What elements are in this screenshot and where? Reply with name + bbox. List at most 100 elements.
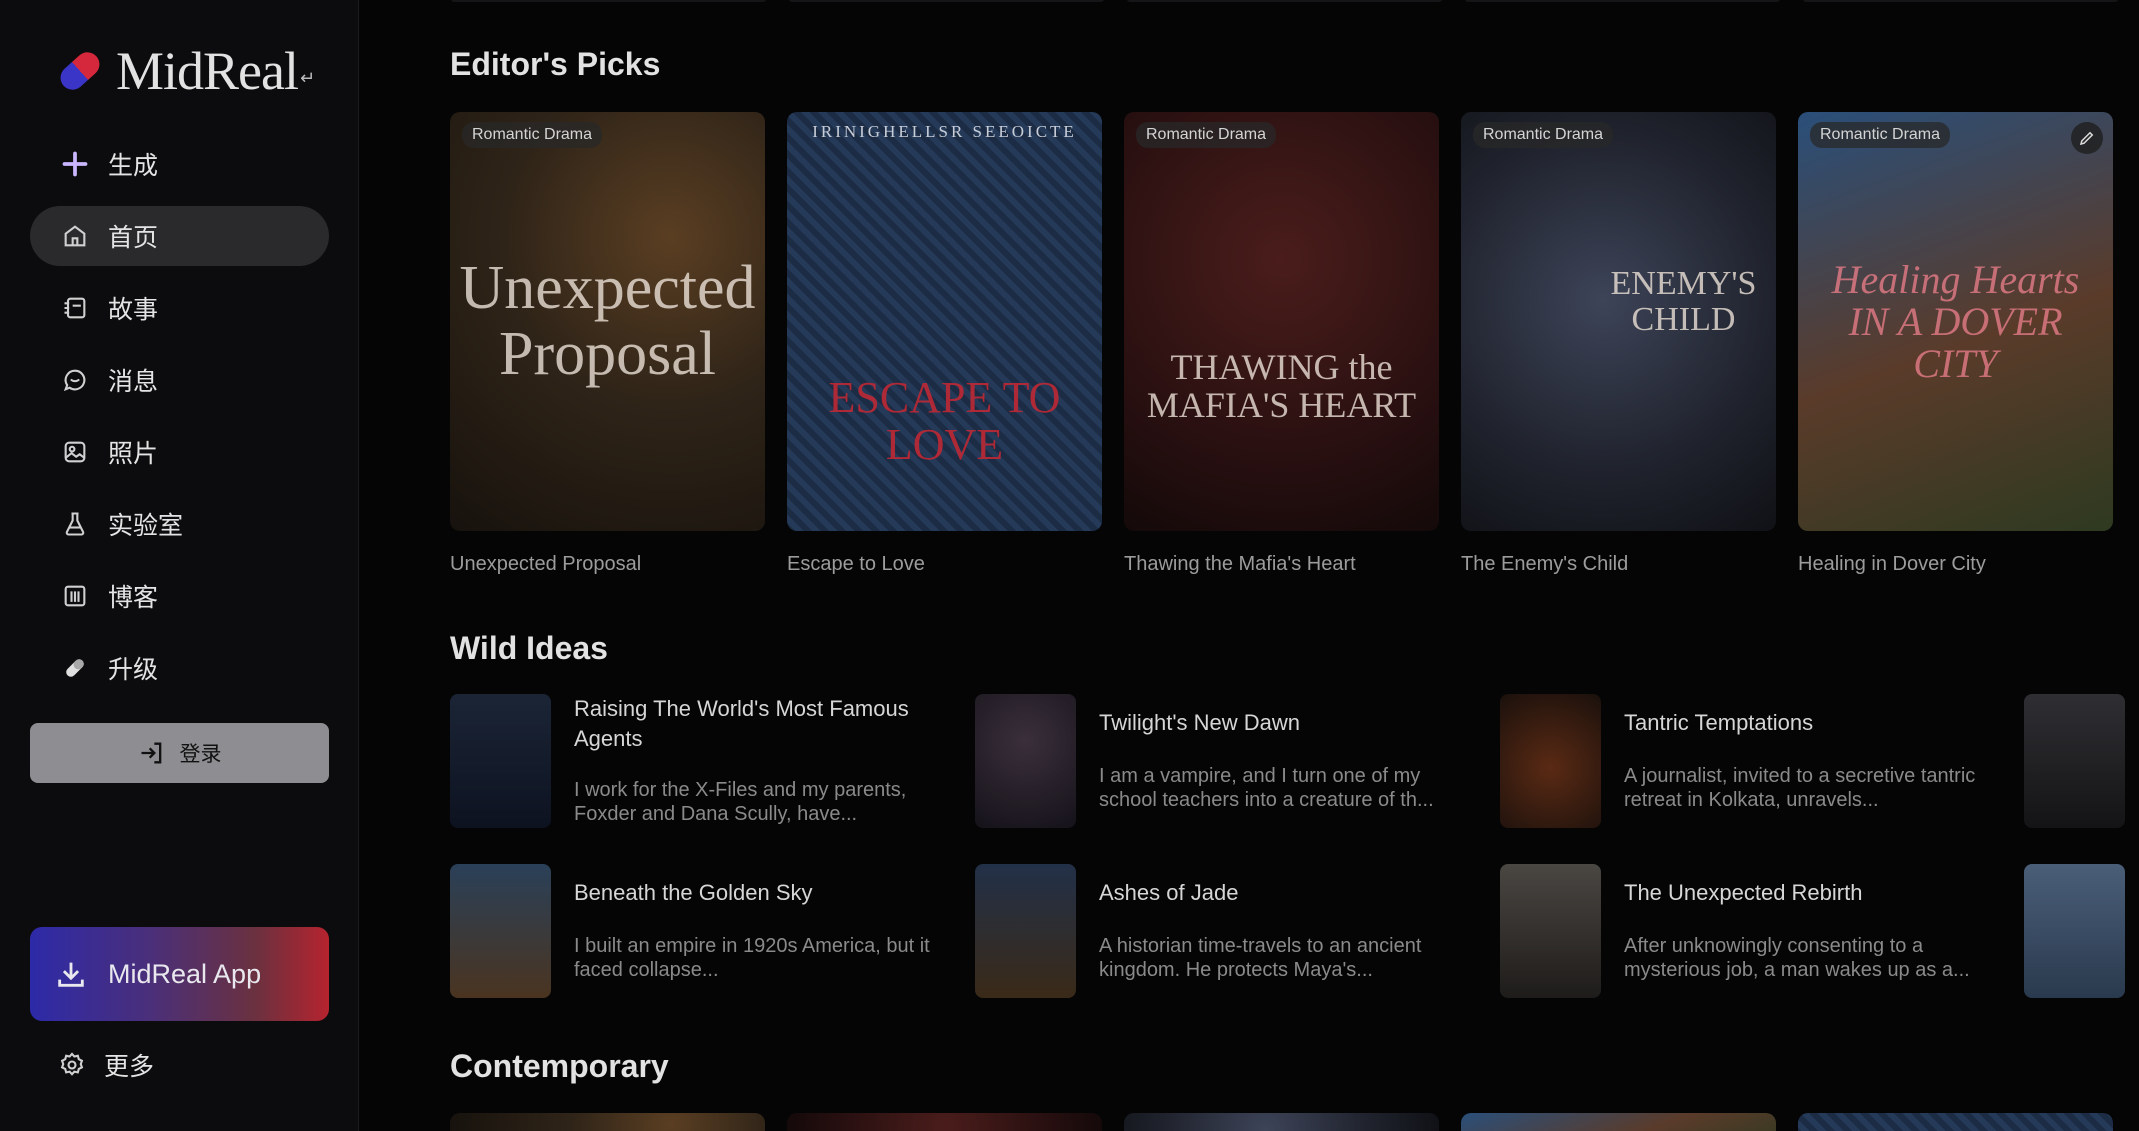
sidebar-item-blog[interactable]: 博客 [30,566,329,626]
story-card[interactable]: Romantic Drama THAWING the MAFIA'S HEART… [1124,112,1439,576]
story-card[interactable]: Romantic Drama Healing Hearts IN A DOVER… [1798,112,2113,576]
sidebar-item-label: 升级 [108,656,159,684]
cover-title-art: Healing Hearts IN A DOVER CITY [1831,256,2080,386]
wild-ideas-heading: Wild Ideas [450,630,608,666]
sidebar-item-label: 首页 [108,224,159,252]
sidebar-item-upgrade[interactable]: 升级 [30,638,329,698]
sidebar-item-stories[interactable]: 故事 [30,278,329,338]
editors-picks-heading: Editor's Picks [450,46,661,82]
idea-item[interactable] [2024,864,2139,998]
pill-logo-icon [55,47,105,95]
sidebar-item-label: 消息 [108,368,159,396]
idea-item[interactable]: Raising The World's Most Famous Agents I… [450,694,950,828]
sidebar: MidReal ↵ 生成 首页 故事 消息 照片 实验室 博客 升级 登录 Mi… [0,0,359,1131]
story-cover[interactable]: Romantic Drama THAWING the MAFIA'S HEART [1124,112,1439,531]
idea-item[interactable]: Twilight's New Dawn I am a vampire, and … [975,694,1475,828]
idea-description: I am a vampire, and I turn one of my sch… [1099,765,1434,811]
story-cover[interactable]: Romantic Drama Healing Hearts IN A DOVER… [1798,112,2113,531]
story-cover[interactable] [787,1113,1102,1131]
sidebar-item-label: 生成 [108,152,159,180]
story-title[interactable]: Thawing the Mafia's Heart [1124,553,1439,576]
idea-thumbnail[interactable] [975,694,1076,828]
sidebar-item-label: 故事 [108,296,159,324]
idea-description: A historian time-travels to an ancient k… [1099,935,1422,981]
story-title[interactable]: The Enemy's Child [1461,553,1776,576]
story-cover[interactable] [1124,1113,1439,1131]
genre-badge: Romantic Drama [1473,122,1614,148]
sidebar-item-generate[interactable]: 生成 [30,134,329,194]
sidebar-item-label: 照片 [108,440,159,468]
logo-text: MidReal [116,41,299,101]
genre-badge: Romantic Drama [462,122,603,148]
home-icon [60,221,90,251]
idea-title[interactable]: Beneath the Golden Sky [574,878,944,908]
more-label: 更多 [104,1053,155,1081]
story-icon [60,293,90,323]
message-icon [60,365,90,395]
main-content: Editor's Picks Romantic Drama Unexpected… [359,0,2139,1131]
genre-badge: Romantic Drama [1136,122,1277,148]
cover-title-art: THAWING the MAFIA'S HEART [1146,346,1417,425]
idea-item[interactable]: The Unexpected Rebirth After unknowingly… [1500,864,2000,998]
idea-thumbnail[interactable] [1500,694,1601,828]
sidebar-item-label: 博客 [108,584,159,612]
sidebar-item-lab[interactable]: 实验室 [30,494,329,554]
idea-thumbnail[interactable] [975,864,1076,998]
idea-description: A journalist, invited to a secretive tan… [1624,765,1976,811]
sidebar-item-more[interactable]: 更多 [30,1035,154,1095]
logo-superscript: ↵ [299,67,316,88]
idea-title[interactable]: Ashes of Jade [1099,878,1469,908]
story-title[interactable]: Unexpected Proposal [450,553,765,576]
story-cover[interactable]: Romantic Drama ENEMY'S CHILD [1461,112,1776,531]
story-cover[interactable]: Romantic Drama Unexpected Proposal [450,112,765,531]
story-cover[interactable] [450,1113,765,1131]
idea-title[interactable]: Twilight's New Dawn [1099,708,1469,738]
edit-icon[interactable] [2071,122,2103,154]
contemporary-row [450,1113,2113,1131]
idea-thumbnail[interactable] [450,694,551,828]
blog-icon [60,581,90,611]
app-button-label: MidReal App [108,958,262,989]
idea-thumbnail[interactable] [2024,864,2125,998]
sidebar-item-label: 实验室 [108,512,184,540]
story-card[interactable]: IRINIGHELLSR SEEOICTE ESCAPE TO LOVE Esc… [787,112,1102,576]
idea-description: I work for the X-Files and my parents, F… [574,779,907,825]
download-icon [58,962,84,987]
midreal-app-button[interactable]: MidReal App [30,927,329,1021]
story-cover[interactable] [1461,1113,1776,1131]
cover-title-art: Unexpected Proposal [459,254,756,388]
idea-title[interactable]: Tantric Temptations [1624,708,1994,738]
previous-row-edge [451,0,2139,4]
idea-thumbnail[interactable] [2024,694,2125,828]
genre-badge: Romantic Drama [1810,122,1951,148]
story-card[interactable]: Romantic Drama ENEMY'S CHILD The Enemy's… [1461,112,1776,576]
cover-top-text: IRINIGHELLSR SEEOICTE [812,122,1077,141]
story-cover[interactable] [1798,1113,2113,1131]
editors-picks-row: Romantic Drama Unexpected Proposal Unexp… [450,112,2113,576]
login-button[interactable]: 登录 [30,723,329,783]
sidebar-item-photos[interactable]: 照片 [30,422,329,482]
idea-title[interactable]: The Unexpected Rebirth [1624,878,1994,908]
photo-icon [60,437,90,467]
plus-icon [60,149,90,179]
idea-item[interactable]: Beneath the Golden Sky I built an empire… [450,864,950,998]
idea-item[interactable] [2024,694,2139,828]
idea-item[interactable]: Tantric Temptations A journalist, invite… [1500,694,2000,828]
cover-title-art: ENEMY'S CHILD [1610,264,1757,338]
idea-item[interactable]: Ashes of Jade A historian time-travels t… [975,864,1475,998]
sidebar-item-messages[interactable]: 消息 [30,350,329,410]
story-title[interactable]: Healing in Dover City [1798,553,2113,576]
story-card[interactable]: Romantic Drama Unexpected Proposal Unexp… [450,112,765,576]
idea-thumbnail[interactable] [1500,864,1601,998]
login-icon [141,742,161,764]
contemporary-heading: Contemporary [450,1048,669,1084]
idea-title[interactable]: Raising The World's Most Famous Agents [574,694,944,754]
sidebar-item-home[interactable]: 首页 [30,206,329,266]
idea-thumbnail[interactable] [450,864,551,998]
cover-title-art: ESCAPE TO LOVE [828,373,1061,469]
midreal-logo[interactable]: MidReal ↵ [55,40,316,102]
pill-icon [60,653,90,683]
idea-description: After unknowingly consenting to a myster… [1624,935,1970,981]
story-cover[interactable]: IRINIGHELLSR SEEOICTE ESCAPE TO LOVE [787,112,1102,531]
story-title[interactable]: Escape to Love [787,553,1102,576]
